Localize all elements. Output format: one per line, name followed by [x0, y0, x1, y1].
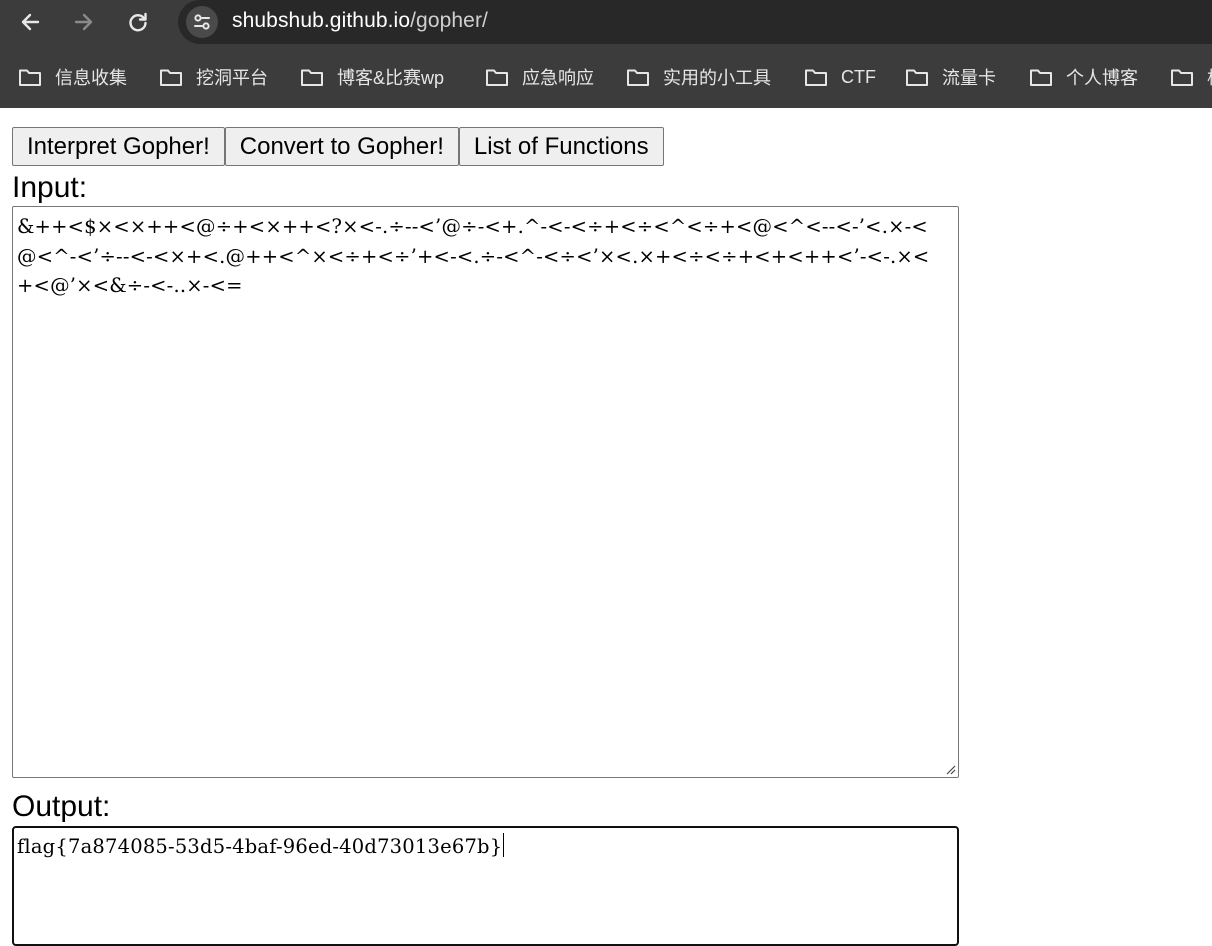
bookmark-folder-ctf[interactable]: CTF: [804, 56, 876, 98]
bookmark-folder-truncated[interactable]: 杭: [1170, 56, 1212, 98]
input-label: Input:: [12, 171, 88, 204]
site-settings-button[interactable]: [186, 6, 218, 38]
bookmark-label: 流量卡: [942, 68, 996, 88]
folder-icon: [160, 69, 182, 86]
resize-grip-icon[interactable]: [944, 763, 956, 775]
reload-button[interactable]: [122, 6, 154, 38]
back-button[interactable]: [14, 6, 46, 38]
forward-button[interactable]: [68, 6, 100, 38]
bookmark-folder-blogs-wp[interactable]: 博客&比赛wp: [300, 56, 444, 98]
bookmark-label: 信息收集: [55, 68, 127, 88]
bookmark-folder-tools[interactable]: 实用的小工具: [626, 56, 771, 98]
bookmark-folder-incident-response[interactable]: 应急响应: [485, 56, 594, 98]
output-label: Output:: [12, 790, 111, 823]
input-text: &++<$×<×++<@÷+<×++<?×<-.÷--<’@÷-<+.^-<-<…: [17, 215, 930, 297]
folder-icon: [19, 69, 41, 86]
reload-icon: [129, 12, 147, 32]
bookmark-folder-info-collection[interactable]: 信息收集: [18, 56, 127, 98]
interpret-gopher-button[interactable]: Interpret Gopher!: [12, 127, 225, 166]
action-buttons: Interpret Gopher! Convert to Gopher! Lis…: [12, 127, 664, 166]
input-textarea[interactable]: &++<$×<×++<@÷+<×++<?×<-.÷--<’@÷-<+.^-<-<…: [12, 206, 959, 778]
folder-icon: [486, 69, 508, 86]
bookmark-label: 实用的小工具: [663, 68, 771, 88]
address-bar[interactable]: shubshub.github.io/gopher/: [178, 0, 1212, 44]
bookmark-label: 杭: [1207, 64, 1212, 90]
back-arrow-icon: [21, 13, 40, 31]
folder-icon: [805, 69, 827, 86]
folder-icon: [906, 69, 928, 86]
folder-icon: [1030, 69, 1052, 86]
bookmark-label: 挖洞平台: [196, 68, 268, 88]
bookmark-label: 博客&比赛wp: [337, 68, 445, 88]
list-of-functions-button[interactable]: List of Functions: [458, 127, 664, 166]
folder-icon: [1171, 69, 1193, 86]
browser-chrome: shubshub.github.io/gopher/ 信息收集 挖洞平台 博客&…: [0, 0, 1212, 108]
text-caret: [503, 833, 505, 857]
bookmark-label: 个人博客: [1066, 68, 1138, 88]
bookmark-folder-personal-blog[interactable]: 个人博客: [1029, 56, 1138, 98]
folder-icon: [301, 69, 323, 86]
output-text-line: flag{7a874085-53d5-4baf-96ed-40d73013e67…: [17, 832, 943, 862]
bookmark-folder-bug-platforms[interactable]: 挖洞平台: [159, 56, 268, 98]
url-text: shubshub.github.io/gopher/: [232, 9, 488, 33]
bookmark-folder-data-card[interactable]: 流量卡: [905, 56, 996, 98]
browser-toolbar: shubshub.github.io/gopher/: [0, 0, 1212, 44]
tune-icon: [194, 14, 210, 30]
bookmark-label: 应急响应: [522, 68, 594, 88]
convert-to-gopher-button[interactable]: Convert to Gopher!: [224, 127, 459, 166]
output-text: flag{7a874085-53d5-4baf-96ed-40d73013e67…: [17, 835, 503, 858]
bookmarks-bar: 信息收集 挖洞平台 博客&比赛wp 应急响应 实用的小工具 CTF 流量卡 个人…: [0, 56, 1212, 98]
url-host: shubshub.github.io: [232, 9, 411, 32]
output-textarea[interactable]: flag{7a874085-53d5-4baf-96ed-40d73013e67…: [12, 826, 959, 946]
folder-icon: [627, 69, 649, 86]
url-path: /gopher/: [410, 9, 488, 32]
forward-arrow-icon: [74, 13, 93, 31]
bookmark-label: CTF: [841, 66, 876, 87]
